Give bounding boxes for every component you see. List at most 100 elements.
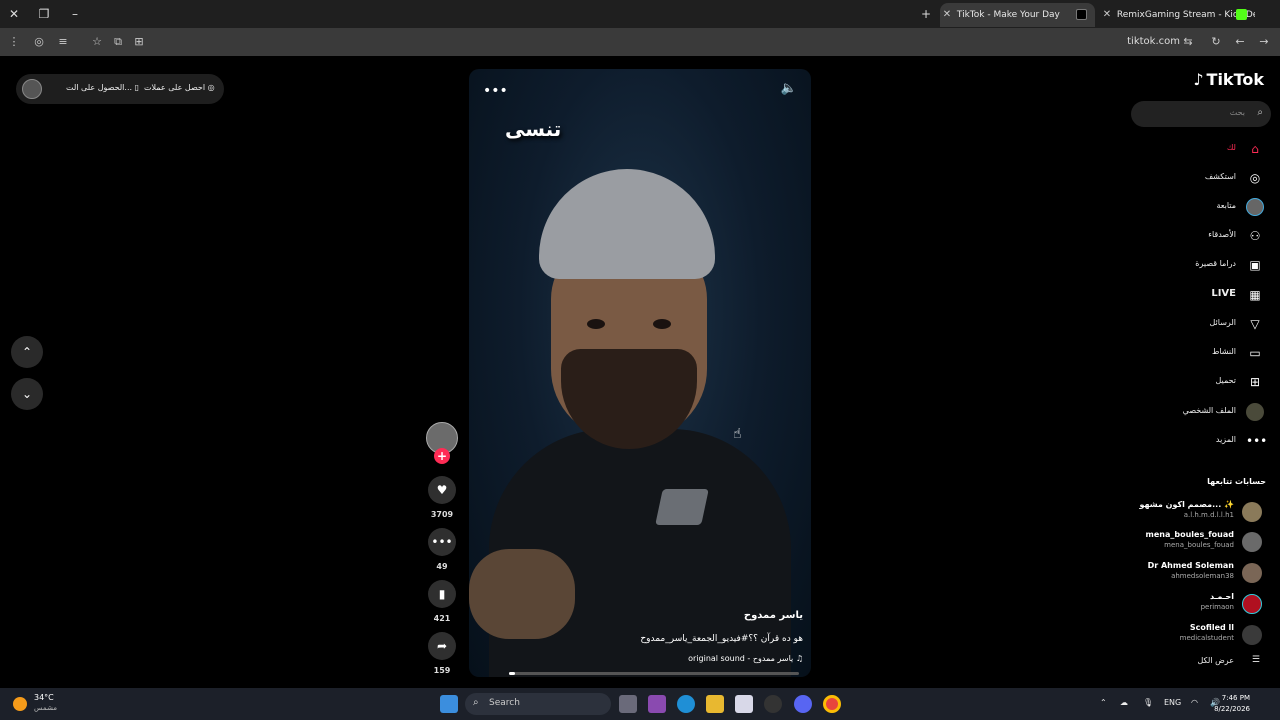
- tab-title: RemixGaming Stream - Kick De: [1116, 10, 1255, 20]
- share-arrow-icon[interactable]: ➦: [428, 632, 456, 660]
- followed-account[interactable]: mena_boules_fouad mena_boules_fouad: [1128, 530, 1268, 554]
- sidebar-item-more[interactable]: المزيد •••: [1128, 430, 1268, 452]
- task-view-icon[interactable]: [619, 695, 637, 713]
- bookmark-icon[interactable]: ▮: [428, 580, 456, 608]
- clock-date: 8/22/2026: [1214, 705, 1250, 713]
- install-app-icon[interactable]: ⧉: [110, 34, 126, 50]
- account-username: ahmedsoleman38: [1171, 572, 1234, 580]
- windows-start-icon[interactable]: [440, 695, 458, 713]
- discord-icon[interactable]: [794, 695, 812, 713]
- compass-icon: ◎: [1249, 171, 1261, 185]
- sidebar-item-activity[interactable]: النشاط ▭: [1128, 342, 1264, 364]
- tray-overflow-icon[interactable]: ⌃: [1100, 698, 1107, 707]
- sidebar-item-explore[interactable]: استكشف ◎: [1128, 167, 1264, 189]
- video-person-eye: [653, 319, 671, 329]
- account-avatar: [1242, 532, 1262, 552]
- video-progress-bar[interactable]: [509, 672, 799, 675]
- bookmark-star-icon[interactable]: ☆: [89, 34, 105, 50]
- tab-kick[interactable]: ✕ RemixGaming Stream - Kick De: [1100, 3, 1255, 27]
- kick-favicon-icon: [1236, 9, 1247, 20]
- sidebar-item-label: تحميل: [1215, 376, 1237, 385]
- comment-icon[interactable]: •••: [428, 528, 456, 556]
- copilot-icon[interactable]: [648, 695, 666, 713]
- video-author[interactable]: ياسر ممدوح: [744, 610, 803, 621]
- video-player[interactable]: ••• 🔈 تنسى ياسر ممدوح هو ده قرآن ؟؟#فيدي…: [469, 69, 811, 677]
- promo-bar: الحصول على الت... ▯ احصل على عملات ◎: [16, 74, 224, 104]
- tab-tiktok[interactable]: ✕ TikTok - Make Your Day: [940, 3, 1095, 27]
- previous-video-button[interactable]: ⌃: [11, 336, 43, 368]
- back-icon[interactable]: ←: [1232, 34, 1248, 50]
- followed-account[interactable]: مصمم اكون مشهو... ✨ a.l.h.m.d.l.l.h1: [1128, 500, 1268, 524]
- minimize-window-icon[interactable]: –: [67, 6, 83, 22]
- account-name: Scofiled ll: [1189, 623, 1234, 632]
- account-avatar: [1242, 625, 1262, 645]
- microphone-icon[interactable]: 🎙: [1143, 698, 1153, 707]
- see-all-button[interactable]: عرض الكل ☰: [1128, 654, 1268, 670]
- windows-taskbar: 34°C مشمس ⌕ Search ⌃ ☁ 🎙 ENG ◠ 🔊 7:46 PM…: [0, 688, 1280, 720]
- account-avatar: [1242, 594, 1262, 614]
- site-settings-icon[interactable]: ⇆: [1180, 34, 1196, 50]
- like-heart-icon[interactable]: ♥: [428, 476, 456, 504]
- volume-icon[interactable]: 🔈: [781, 81, 797, 96]
- tiktok-favicon-icon: [1076, 9, 1087, 20]
- search-placeholder: بحث: [1229, 108, 1245, 117]
- onedrive-cloud-icon[interactable]: ☁: [1120, 698, 1128, 707]
- sidebar-item-upload[interactable]: تحميل ⊞: [1128, 371, 1264, 393]
- search-icon[interactable]: ⌕: [1257, 107, 1263, 118]
- followed-account[interactable]: Scofiled ll medicalstudent: [1128, 623, 1268, 647]
- account-username: a.l.h.m.d.l.l.h1: [1183, 511, 1234, 519]
- user-avatar[interactable]: [22, 79, 42, 99]
- tiktok-logo[interactable]: ♪ TikTok: [1193, 70, 1264, 89]
- new-tab-button[interactable]: +: [918, 6, 934, 22]
- url-field[interactable]: tiktok.com: [1090, 34, 1180, 50]
- sidebar-item-drama[interactable]: دراما قصيرة ▣: [1128, 254, 1264, 276]
- file-explorer-icon[interactable]: [706, 695, 724, 713]
- profile-icon[interactable]: ◎: [31, 34, 47, 50]
- close-tab-icon[interactable]: ✕: [1100, 3, 1114, 27]
- next-video-button[interactable]: ⌄: [11, 378, 43, 410]
- weather-sun-icon[interactable]: [13, 697, 27, 711]
- microsoft-store-icon[interactable]: [735, 695, 753, 713]
- home-icon: ⌂: [1251, 142, 1259, 156]
- chrome-icon[interactable]: [823, 695, 841, 713]
- sidebar-item-messages[interactable]: الرسائل ▽: [1128, 313, 1264, 335]
- reading-list-icon[interactable]: ≡: [55, 34, 71, 50]
- close-window-icon[interactable]: ✕: [6, 6, 22, 22]
- see-all-label: عرض الكل: [1197, 656, 1234, 665]
- sidebar-item-live[interactable]: LIVE ▦: [1128, 284, 1264, 306]
- followed-account[interactable]: Dr Ahmed Soleman ahmedsoleman38: [1128, 561, 1268, 585]
- taskbar-clock[interactable]: 7:46 PM 8/22/2026: [1214, 693, 1250, 715]
- account-name: مصمم اكون مشهو... ✨: [1139, 500, 1234, 509]
- sidebar-item-label: الملف الشخصي: [1182, 406, 1236, 415]
- reload-icon[interactable]: ↻: [1208, 34, 1224, 50]
- sidebar-item-for-you[interactable]: لك ⌂: [1128, 138, 1264, 160]
- follow-plus-icon[interactable]: +: [434, 448, 450, 464]
- sidebar-item-following[interactable]: متابعة: [1128, 196, 1264, 218]
- wifi-icon[interactable]: ◠: [1191, 698, 1198, 707]
- sidebar-item-friends[interactable]: الأصدقاء ⚇: [1128, 225, 1264, 247]
- video-sound[interactable]: original sound - ياسر ممدوح ♫: [688, 654, 803, 663]
- language-indicator[interactable]: ENG: [1164, 698, 1181, 707]
- get-app-button[interactable]: الحصول على الت... ▯: [66, 83, 139, 92]
- search-input[interactable]: بحث ⌕: [1131, 101, 1271, 127]
- close-tab-icon[interactable]: ✕: [940, 3, 954, 27]
- followed-account[interactable]: احـمـد perimaon: [1128, 592, 1268, 616]
- github-desktop-icon[interactable]: [764, 695, 782, 713]
- get-coins-button[interactable]: احصل على عملات ◎: [144, 83, 215, 92]
- video-person-eye: [587, 319, 605, 329]
- forward-icon[interactable]: →: [1256, 34, 1272, 50]
- sidebar: ♪ TikTok بحث ⌕ لك ⌂ استكشف ◎ متابعة الأصد…: [1128, 56, 1280, 688]
- video-more-icon[interactable]: •••: [483, 83, 508, 99]
- browser-menu-icon[interactable]: ⋮: [6, 34, 22, 50]
- share-icon[interactable]: ⊞: [131, 34, 147, 50]
- following-accounts-title: حسابات تتابعها: [1207, 477, 1266, 486]
- taskbar-search[interactable]: ⌕ Search: [465, 693, 611, 715]
- more-dots-icon: •••: [1246, 434, 1268, 448]
- sidebar-item-profile[interactable]: الملف الشخصي: [1128, 401, 1264, 423]
- weather-temperature[interactable]: 34°C: [34, 693, 54, 702]
- tiktok-note-icon: ♪: [1193, 70, 1204, 89]
- drama-icon: ▣: [1249, 258, 1261, 272]
- edge-browser-icon[interactable]: [677, 695, 695, 713]
- restore-window-icon[interactable]: ❐: [36, 6, 52, 22]
- video-overlay-text: تنسى: [505, 117, 562, 141]
